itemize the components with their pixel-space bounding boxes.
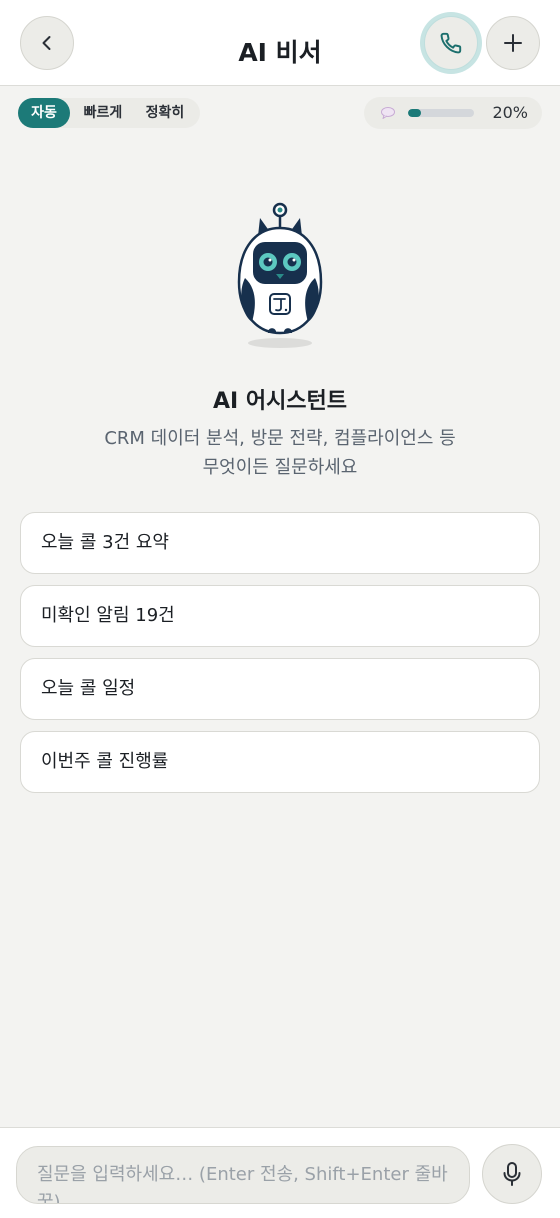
microphone-icon	[503, 1162, 521, 1186]
usage-percent: 20%	[492, 103, 528, 122]
phone-icon	[440, 32, 462, 54]
suggestion-chip[interactable]: 이번주 콜 진행률	[20, 731, 540, 793]
call-button[interactable]	[424, 16, 478, 70]
usage-progress-fill	[408, 109, 422, 117]
app-header: AI 비서	[0, 0, 560, 86]
message-input[interactable]	[17, 1147, 469, 1203]
assistant-title: AI 어시스턴트	[212, 389, 348, 414]
suggestion-chip[interactable]: 오늘 콜 3건 요약	[20, 512, 540, 574]
usage-indicator: 20%	[364, 97, 542, 129]
suggestion-chip[interactable]: 오늘 콜 일정	[20, 658, 540, 720]
usage-progress-bar	[408, 109, 474, 117]
assistant-subtitle-line1: CRM 데이터 분석, 방문 전략, 컴플라이언스 등	[104, 428, 456, 449]
composer-bar	[0, 1127, 560, 1218]
assistant-subtitle: CRM 데이터 분석, 방문 전략, 컴플라이언스 등 무엇이든 질문하세요	[0, 424, 560, 482]
voice-input-button[interactable]	[482, 1144, 542, 1204]
plus-icon	[504, 34, 522, 52]
suggestion-chip[interactable]: 미확인 알림 19건	[20, 585, 540, 647]
response-mode-selector: 자동 빠르게 정확히	[18, 98, 200, 128]
new-chat-button[interactable]	[486, 16, 540, 70]
chat-bubble-icon	[381, 107, 395, 119]
mode-auto[interactable]: 자동	[18, 98, 70, 128]
message-input-wrapper	[16, 1146, 470, 1204]
owl-robot-mascot	[237, 202, 323, 348]
mode-accurate[interactable]: 정확히	[138, 98, 192, 128]
assistant-subtitle-line2: 무엇이든 질문하세요	[202, 457, 358, 478]
mode-fast[interactable]: 빠르게	[76, 98, 130, 128]
